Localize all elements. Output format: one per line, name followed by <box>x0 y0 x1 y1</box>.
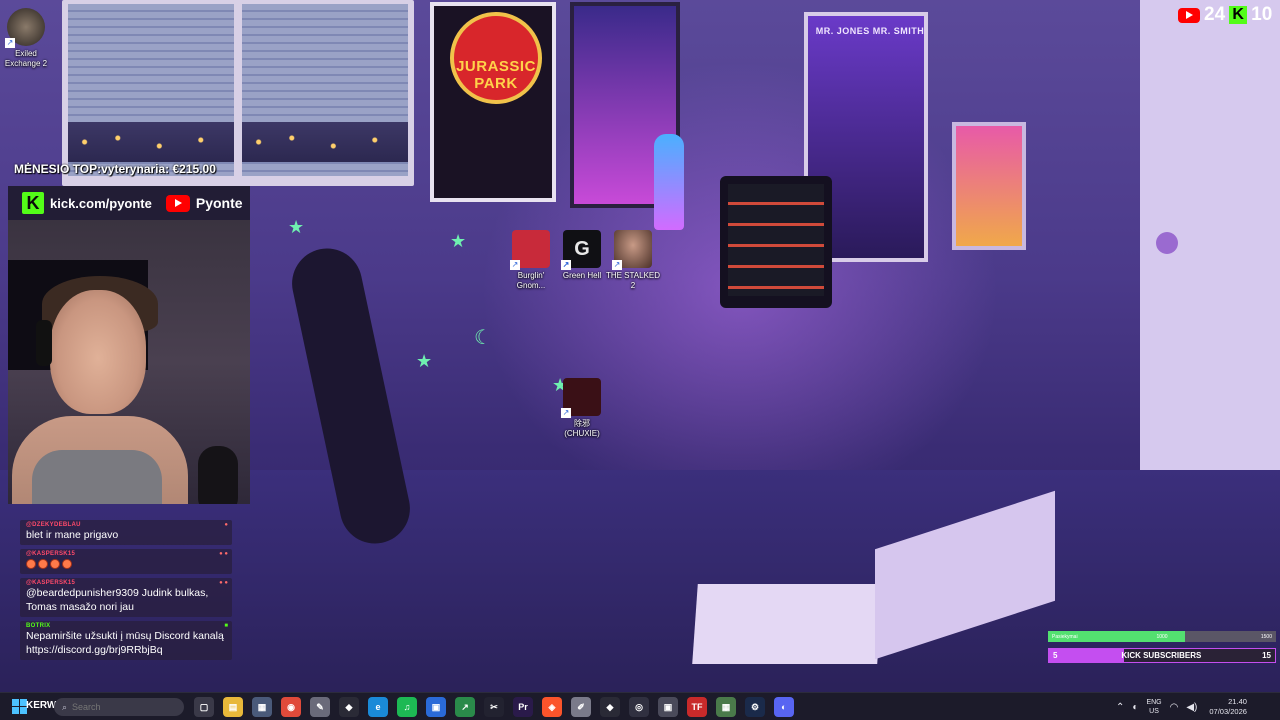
game-icon-2[interactable]: ◆ <box>600 697 620 717</box>
search-input[interactable] <box>72 702 183 712</box>
bedroom-window <box>62 0 414 186</box>
kick-icon: K <box>1229 6 1248 24</box>
spotify-icon[interactable]: ♫ <box>397 697 417 717</box>
chat-overlay: @DZEKYDEBLAU ● blet ir mane prigavo @KAS… <box>20 520 232 692</box>
steam-icon[interactable]: ⚙ <box>745 697 765 717</box>
webcam-feed <box>8 220 250 504</box>
glow-star: ★ <box>450 231 467 251</box>
desktop-icon-chuxie[interactable]: ↗ 除邪 (CHUXIE) <box>550 378 614 439</box>
chat-badge-icon: ● <box>224 522 228 528</box>
desktop-icon-the-stalked-2[interactable]: ↗ THE STALKED 2 <box>601 230 665 291</box>
viewer-counters: 24 K 10 <box>1178 4 1272 26</box>
chuxie-icon: ↗ <box>561 378 601 418</box>
kick-subscribers-target: 15 <box>1262 651 1271 660</box>
desktop-icon-exiled-exchange[interactable]: ↗ Exiled Exchange 2 <box>0 8 58 69</box>
task-view-icon[interactable]: ▢ <box>194 697 214 717</box>
premiere-icon[interactable]: Pr <box>513 697 533 717</box>
chat-emotes <box>26 557 226 571</box>
emote-icon <box>62 559 72 570</box>
chat-text: @beardedpunisher9309 Judink bulkas, Toma… <box>26 587 209 613</box>
exiled-exchange-icon: ↗ <box>5 8 45 48</box>
kick-subscribers-bar: 5 KICK SUBSCRIBERS 15 <box>1048 648 1276 663</box>
webcam-header: K kick.com/pyonte Pyonte <box>8 186 250 220</box>
burglin-gnomes-icon: ↗ <box>510 230 550 270</box>
language-indicator[interactable]: ENG US <box>1146 698 1161 716</box>
file-explorer-icon[interactable]: ▤ <box>223 697 243 717</box>
capcut-icon[interactable]: ✂ <box>484 697 504 717</box>
chat-text: Nepamiršite užsukti į mūsų Discord kanal… <box>26 630 224 656</box>
kick-viewer-count: 10 <box>1251 4 1273 25</box>
kick-subscribers-current: 5 <box>1053 651 1058 660</box>
taskbar-clock[interactable]: 21.40 07/03/2026 <box>1209 697 1247 717</box>
glow-moon: ☾ <box>474 327 492 349</box>
achievement-mid-value: 1000 <box>1156 633 1168 640</box>
top-donation-label: MĖNESIO TOP:vyterynaria: €215.00 <box>14 162 216 176</box>
chevron-up-icon[interactable]: ⌃ <box>1116 702 1124 713</box>
system-tray: ⌃ ◐ ENG US ◠ ◀) 21.40 07/03/2026 <box>1116 693 1247 720</box>
stock-app-icon[interactable]: ↗ <box>455 697 475 717</box>
taskbar: KERW ⌕ ▢ ▤ ▦ ◉ ✎ ◆ e ♫ ▣ ↗ ✂ Pr ◈ ✐ ◆ ◎ ▣ TF ▦ ⚙ ◐ ⌃ ◐ ENGUS… <box>0 692 1280 720</box>
kick-url: kick.com/pyonte <box>50 195 152 211</box>
volume-icon[interactable]: ◀) <box>1186 702 1197 713</box>
kick-subscribers-label: KICK SUBSCRIBERS <box>1121 651 1202 660</box>
youtube-channel-name: Pyonte <box>195 195 243 211</box>
emote-icon <box>38 559 48 570</box>
chat-message: @KASPERSK15 ● ● @beardedpunisher9309 Jud… <box>20 578 232 617</box>
kick-logo-icon: K <box>22 192 44 214</box>
emote-icon <box>26 559 36 570</box>
grid-app-icon[interactable]: ▦ <box>716 697 736 717</box>
window-pane-right <box>242 4 408 176</box>
door-knob <box>1156 232 1178 254</box>
subscriber-goal-widget: Pasiekymai 1000 1500 5 KICK SUBSCRIBERS … <box>1048 631 1276 663</box>
start-label: KERW <box>26 700 57 711</box>
calculator-icon[interactable]: ▦ <box>252 697 272 717</box>
glow-star: ★ <box>288 217 305 237</box>
emote-icon <box>50 559 60 570</box>
power-rangers-poster <box>952 122 1026 250</box>
jurassic-park-poster: JURASSIC PARK <box>430 2 556 202</box>
chat-text: blet ir mane prigavo <box>26 529 119 541</box>
photos-icon[interactable]: ▣ <box>426 697 446 717</box>
youtube-icon <box>1178 7 1200 23</box>
the-stalked-2-icon: ↗ <box>612 230 652 270</box>
chat-message: @DZEKYDEBLAU ● blet ir mane prigavo <box>20 520 232 545</box>
webcam-panel: K kick.com/pyonte Pyonte <box>8 186 250 504</box>
taskbar-search[interactable]: ⌕ <box>54 698 184 716</box>
chat-message: BOTRIX ■ Nepamiršite užsukti į mūsų Disc… <box>20 621 232 660</box>
youtube-logo-icon <box>165 194 190 212</box>
chat-message: @KASPERSK15 ● ● <box>20 549 232 574</box>
edge-icon[interactable]: e <box>368 697 388 717</box>
brave-icon[interactable]: ◈ <box>542 697 562 717</box>
recorder-icon[interactable]: ▣ <box>658 697 678 717</box>
taskbar-pinned-apps: ▢ ▤ ▦ ◉ ✎ ◆ e ♫ ▣ ↗ ✂ Pr ◈ ✐ ◆ ◎ ▣ TF ▦ ⚙ ◐ <box>194 697 794 717</box>
chat-badge-icon: ● ● <box>219 551 228 557</box>
network-app-icon[interactable]: ◐ <box>1132 702 1138 713</box>
discord-icon[interactable]: ◐ <box>774 697 794 717</box>
window-pane-left <box>68 4 234 176</box>
microphone <box>198 446 238 504</box>
crt-tv <box>720 176 832 308</box>
notepad-icon[interactable]: ✎ <box>310 697 330 717</box>
bot-badge-icon: ■ <box>224 623 228 629</box>
achievement-label: Pasiekymai <box>1052 633 1078 640</box>
chat-badge-icon: ● ● <box>219 580 228 586</box>
obs-icon[interactable]: ◎ <box>629 697 649 717</box>
green-hell-icon: G ↗ <box>561 230 601 270</box>
search-icon: ⌕ <box>62 701 68 712</box>
glow-star: ★ <box>416 351 433 371</box>
chrome-icon[interactable]: ◉ <box>281 697 301 717</box>
achievement-max-value: 1500 <box>1260 633 1272 640</box>
game-launcher-icon[interactable]: ◆ <box>339 697 359 717</box>
youtube-viewer-count: 24 <box>1204 4 1226 25</box>
pizza-box <box>692 584 883 664</box>
lava-lamp <box>654 134 684 230</box>
streamer-face <box>50 290 146 414</box>
paint-icon[interactable]: ✐ <box>571 697 591 717</box>
achievement-progress-bar: Pasiekymai 1000 1500 <box>1048 631 1276 642</box>
wifi-icon[interactable]: ◠ <box>1170 702 1179 713</box>
tf-icon[interactable]: TF <box>687 697 707 717</box>
headset <box>36 320 52 366</box>
